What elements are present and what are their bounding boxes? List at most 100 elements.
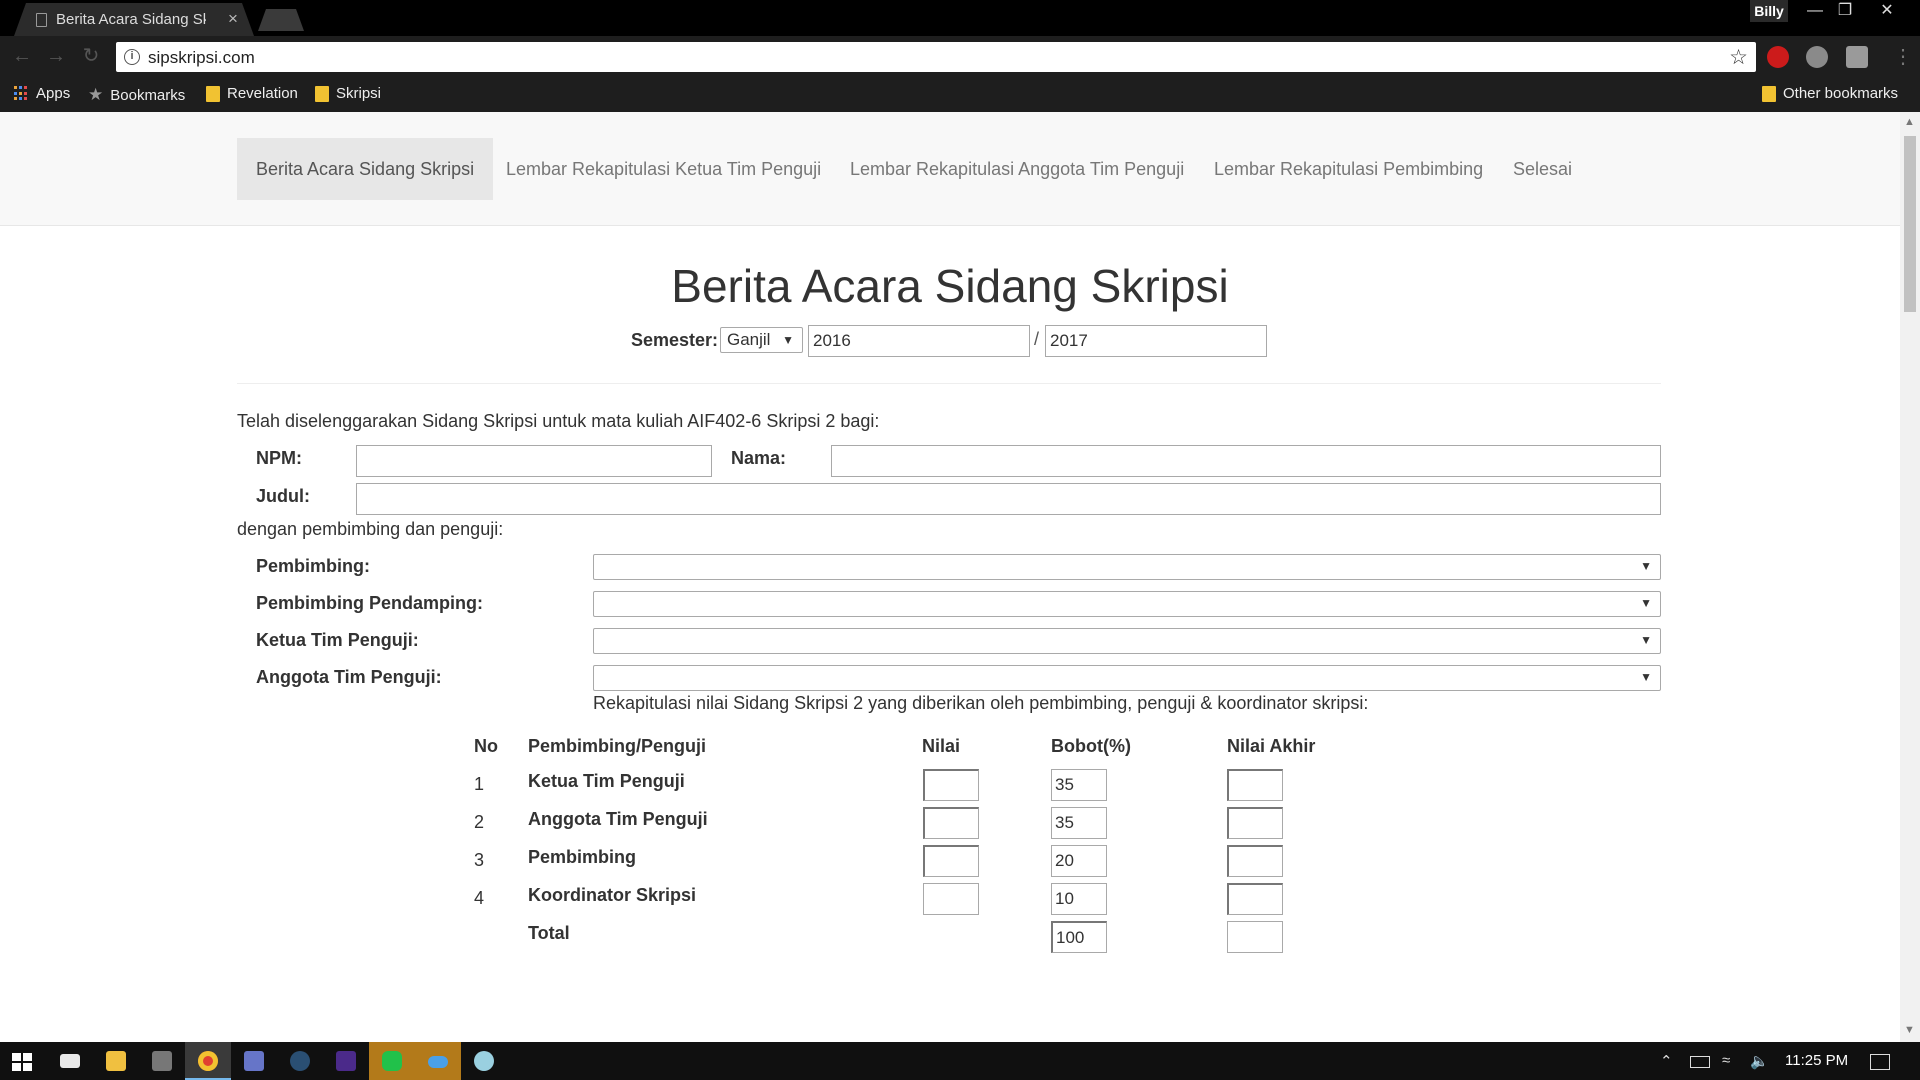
nav-selesai[interactable]: Selesai: [1494, 138, 1591, 200]
nilai-input[interactable]: [923, 807, 979, 839]
start-button[interactable]: [0, 1042, 46, 1080]
nav-berita-acara[interactable]: Berita Acara Sidang Skripsi: [237, 138, 494, 200]
discord-icon: [244, 1051, 264, 1071]
bookmark-bookmarks[interactable]: ★ Bookmarks: [88, 85, 185, 105]
taskbar-app3[interactable]: [461, 1042, 507, 1080]
minimize-button[interactable]: —: [1800, 0, 1830, 22]
chevron-down-icon: ▼: [1640, 670, 1652, 684]
semester-select[interactable]: Ganjil ▼: [720, 327, 803, 353]
browser-toolbar: ← → ↻ i sipskripsi.com ☆ ⋮: [0, 36, 1920, 76]
scroll-up-icon[interactable]: ▲: [1904, 116, 1915, 128]
ketua-select[interactable]: ▼: [593, 628, 1661, 654]
pembimbing-select[interactable]: ▼: [593, 554, 1661, 580]
chevron-down-icon: ▼: [1640, 596, 1652, 610]
taskbar-explorer[interactable]: [93, 1042, 139, 1080]
clock[interactable]: 11:25 PM: [1785, 1052, 1848, 1069]
pendamping-label: Pembimbing Pendamping:: [256, 593, 484, 613]
table-header-nilai-akhir: Nilai Akhir: [1227, 736, 1316, 756]
new-tab-button[interactable]: [258, 9, 304, 31]
bookmark-apps[interactable]: Apps: [14, 85, 70, 102]
nama-input[interactable]: [831, 445, 1661, 477]
total-nilai-akhir-input[interactable]: [1227, 921, 1283, 953]
chevron-down-icon: ▼: [1640, 559, 1652, 573]
steam-icon: [290, 1051, 310, 1071]
nilai-input[interactable]: [923, 845, 979, 877]
taskbar-app[interactable]: [139, 1042, 185, 1080]
row-role: Koordinator Skripsi: [528, 885, 697, 905]
nilai-input[interactable]: [923, 769, 979, 801]
nama-label: Nama:: [731, 448, 787, 468]
bookmark-other[interactable]: Other bookmarks: [1762, 85, 1898, 102]
forward-icon[interactable]: →: [44, 44, 68, 68]
nav-rekap-anggota[interactable]: Lembar Rekapitulasi Anggota Tim Penguji: [831, 138, 1203, 200]
app-icon: [336, 1051, 356, 1071]
year-end-input[interactable]: 2017: [1045, 325, 1267, 357]
tab-strip: Berita Acara Sidang Skripsi × Billy — ❐ …: [0, 0, 1920, 36]
volume-icon[interactable]: 🔈: [1750, 1052, 1769, 1070]
bobot-input[interactable]: 35: [1051, 807, 1107, 839]
bookmark-revelation[interactable]: Revelation: [206, 85, 298, 102]
apps-icon: [14, 86, 29, 101]
close-icon[interactable]: ×: [228, 9, 238, 29]
address-bar[interactable]: i sipskripsi.com ☆: [116, 42, 1756, 72]
reload-icon[interactable]: ↻: [79, 44, 103, 68]
table-header-no: No: [474, 736, 498, 756]
rekap-text: Rekapitulasi nilai Sidang Skripsi 2 yang…: [593, 693, 1369, 713]
restore-button[interactable]: ❐: [1830, 0, 1860, 22]
profile-button[interactable]: Billy: [1750, 0, 1788, 22]
scroll-thumb[interactable]: [1904, 136, 1916, 312]
pembimbing-label: Pembimbing:: [256, 556, 371, 576]
nilai-akhir-input[interactable]: [1227, 769, 1283, 801]
bobot-input[interactable]: 20: [1051, 845, 1107, 877]
browser-tab[interactable]: Berita Acara Sidang Skripsi ×: [14, 3, 254, 36]
nav-rekap-pembimbing[interactable]: Lembar Rekapitulasi Pembimbing: [1195, 138, 1502, 200]
page-scrollbar[interactable]: ▲ ▼: [1900, 112, 1920, 1042]
info-icon[interactable]: i: [124, 49, 140, 65]
nilai-input[interactable]: [923, 883, 979, 915]
nilai-akhir-input[interactable]: [1227, 845, 1283, 877]
top-navbar: Berita Acara Sidang Skripsi Lembar Rekap…: [0, 112, 1900, 226]
total-label: Total: [528, 923, 570, 943]
windows-taskbar: ⌃ ≈ 🔈 11:25 PM: [0, 1042, 1920, 1080]
opera-icon[interactable]: [1767, 46, 1789, 68]
wifi-icon[interactable]: ≈: [1722, 1052, 1730, 1069]
nilai-akhir-input[interactable]: [1227, 883, 1283, 915]
row-number: 4: [474, 888, 485, 908]
bobot-input[interactable]: 35: [1051, 769, 1107, 801]
bookmark-skripsi[interactable]: Skripsi: [315, 85, 381, 102]
taskbar-line[interactable]: [369, 1042, 415, 1080]
anggota-select[interactable]: ▼: [593, 665, 1661, 691]
taskbar-mail[interactable]: [47, 1042, 93, 1080]
npm-input[interactable]: [356, 445, 712, 477]
notification-icon[interactable]: [1870, 1054, 1890, 1070]
close-window-button[interactable]: ✕: [1872, 0, 1902, 22]
app-icon: [474, 1051, 494, 1071]
judul-input[interactable]: [356, 483, 1661, 515]
app-icon: [152, 1051, 172, 1071]
taskbar-chrome[interactable]: [185, 1042, 231, 1080]
bookmark-label: Other bookmarks: [1783, 85, 1899, 102]
chevron-up-icon[interactable]: ⌃: [1660, 1052, 1673, 1070]
nilai-akhir-input[interactable]: [1227, 807, 1283, 839]
bobot-input[interactable]: 10: [1051, 883, 1107, 915]
taskbar-onedrive[interactable]: [415, 1042, 461, 1080]
pendamping-select[interactable]: ▼: [593, 591, 1661, 617]
taskbar-discord[interactable]: [231, 1042, 277, 1080]
taskbar-steam[interactable]: [277, 1042, 323, 1080]
menu-icon[interactable]: ⋮: [1893, 44, 1913, 69]
extension-icon[interactable]: [1846, 46, 1868, 68]
line-icon: [382, 1051, 402, 1071]
row-number: 1: [474, 774, 485, 794]
globe-icon[interactable]: [1806, 46, 1828, 68]
taskbar-app2[interactable]: [323, 1042, 369, 1080]
row-role: Pembimbing: [528, 847, 637, 867]
star-icon[interactable]: ☆: [1729, 45, 1748, 70]
bookmark-label: Revelation: [227, 85, 298, 102]
url-text: sipskripsi.com: [148, 48, 255, 67]
scroll-down-icon[interactable]: ▼: [1904, 1024, 1915, 1036]
year-start-input[interactable]: 2016: [808, 325, 1030, 357]
battery-icon[interactable]: [1690, 1056, 1710, 1068]
total-bobot-input[interactable]: 100: [1051, 921, 1107, 953]
nav-rekap-ketua[interactable]: Lembar Rekapitulasi Ketua Tim Penguji: [487, 138, 840, 200]
back-icon[interactable]: ←: [10, 44, 34, 68]
